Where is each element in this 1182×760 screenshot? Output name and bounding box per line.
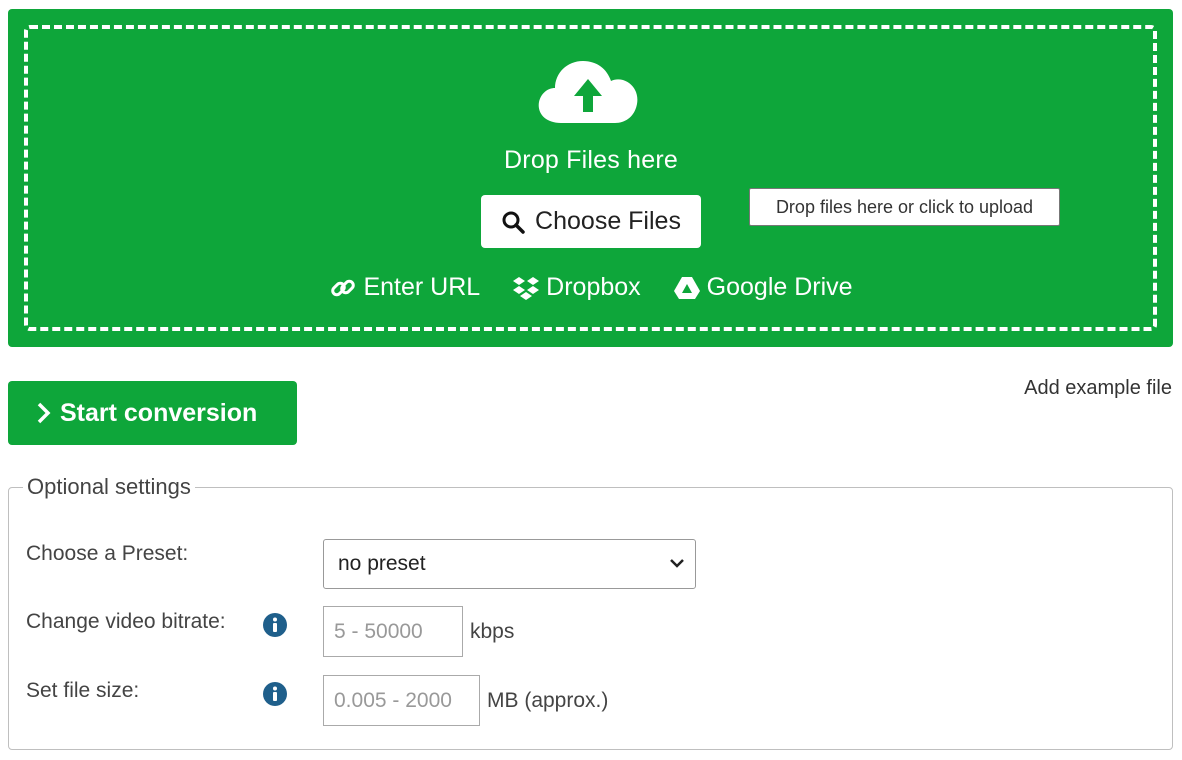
google-drive-icon xyxy=(673,276,700,299)
dropbox-label: Dropbox xyxy=(546,273,641,301)
upload-sources: Enter URL Dropbox Google Drive xyxy=(0,273,1182,302)
chevron-down-icon xyxy=(670,559,684,568)
file-size-label: Set file size: xyxy=(26,679,140,702)
search-icon xyxy=(502,211,525,234)
video-bitrate-input[interactable] xyxy=(323,606,463,657)
dropbox-link[interactable]: Dropbox xyxy=(512,273,641,302)
google-drive-link[interactable]: Google Drive xyxy=(673,273,853,302)
dropbox-icon xyxy=(513,276,540,300)
drop-files-heading: Drop Files here xyxy=(504,146,678,174)
bitrate-unit: kbps xyxy=(470,620,515,643)
info-icon[interactable] xyxy=(262,612,288,638)
choose-files-label: Choose Files xyxy=(535,207,681,235)
link-icon xyxy=(331,279,356,296)
optional-settings-legend: Optional settings xyxy=(27,474,191,499)
start-conversion-label: Start conversion xyxy=(60,398,258,427)
info-icon[interactable] xyxy=(262,681,288,707)
file-size-unit: MB (approx.) xyxy=(487,689,609,712)
video-bitrate-label: Change video bitrate: xyxy=(26,610,226,633)
file-size-input[interactable] xyxy=(323,675,480,726)
preset-selected-value: no preset xyxy=(338,552,426,575)
enter-url-link[interactable]: Enter URL xyxy=(329,273,480,302)
google-drive-label: Google Drive xyxy=(706,273,853,301)
preset-label: Choose a Preset: xyxy=(26,542,189,565)
cloud-upload-icon xyxy=(538,61,638,123)
preset-select[interactable]: no preset xyxy=(323,539,696,589)
start-conversion-button[interactable]: Start conversion xyxy=(8,381,297,445)
add-example-file-link[interactable]: Add example file xyxy=(1024,377,1172,400)
choose-files-button[interactable]: Choose Files xyxy=(481,195,701,248)
upload-tooltip: Drop files here or click to upload xyxy=(749,188,1060,226)
chevron-right-icon xyxy=(37,402,51,424)
enter-url-label: Enter URL xyxy=(363,273,481,301)
